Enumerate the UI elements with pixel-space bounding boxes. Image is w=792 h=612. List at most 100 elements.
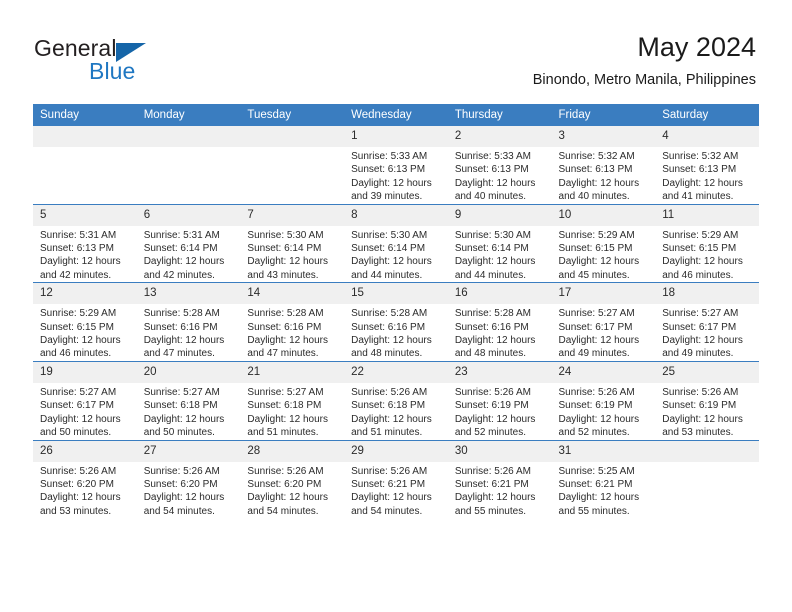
calendar-day-cell[interactable]: 6 Sunrise: 5:31 AM Sunset: 6:14 PM Daylight… xyxy=(136,203,241,283)
day-detail-line: Sunrise: 5:27 AM xyxy=(40,386,117,398)
calendar-week-row: 12 Sunrise: 5:29 AM Sunset: 6:15 PM Dayligh… xyxy=(33,282,759,362)
page-subtitle: Binondo, Metro Manila, Philippines xyxy=(532,72,756,88)
page-title: May 2024 xyxy=(637,32,756,62)
day-detail-line: Daylight: 12 hours xyxy=(247,335,329,347)
day-details: Sunrise: 5:26 AM Sunset: 6:20 PM Daylight:… xyxy=(240,462,344,519)
calendar-day-cell[interactable]: 8 Sunrise: 5:30 AM Sunset: 6:14 PM Daylight… xyxy=(344,203,448,283)
calendar-day-cell[interactable]: 5 Sunrise: 5:31 AM Sunset: 6:13 PM Daylight… xyxy=(33,203,137,283)
day-detail-line: Sunrise: 5:30 AM xyxy=(454,229,531,241)
day-details: Sunrise: 5:28 AM Sunset: 6:16 PM Daylight:… xyxy=(240,304,344,361)
calendar-day-cell[interactable]: 19 Sunrise: 5:27 AM Sunset: 6:17 PM Dayligh… xyxy=(33,360,137,440)
calendar-day-cell[interactable]: 11 Sunrise: 5:29 AM Sunset: 6:15 PM Dayligh… xyxy=(655,203,759,283)
calendar-day-cell[interactable]: 24 Sunrise: 5:26 AM Sunset: 6:19 PM Dayligh… xyxy=(551,360,656,440)
day-detail-line: Sunset: 6:17 PM xyxy=(40,400,114,412)
calendar-week-row: 26 Sunrise: 5:26 AM Sunset: 6:20 PM Dayligh… xyxy=(33,439,759,519)
day-details: Sunrise: 5:27 AM Sunset: 6:18 PM Daylight:… xyxy=(137,383,241,440)
day-details: Sunrise: 5:25 AM Sunset: 6:21 PM Daylight:… xyxy=(552,462,656,519)
day-detail-line: and 39 minutes. xyxy=(351,191,423,203)
calendar-day-cell[interactable]: 27 Sunrise: 5:26 AM Sunset: 6:20 PM Dayligh… xyxy=(136,439,241,519)
day-detail-line: Daylight: 12 hours xyxy=(143,413,225,425)
calendar-day-cell[interactable]: 31 Sunrise: 5:25 AM Sunset: 6:21 PM Dayligh… xyxy=(551,439,656,519)
calendar-header-row: Sunday Monday Tuesday Wednesday Thursday Frid… xyxy=(33,104,759,126)
calendar-body: 1 Sunrise: 5:33 AM Sunset: 6:13 PM Daylight… xyxy=(33,126,759,519)
day-details: Sunrise: 5:30 AM Sunset: 6:14 PM Daylight:… xyxy=(240,226,344,283)
day-detail-line: Daylight: 12 hours xyxy=(351,256,432,268)
day-detail-line: Sunset: 6:20 PM xyxy=(143,478,218,490)
day-detail-line: Sunrise: 5:26 AM xyxy=(143,465,220,477)
day-detail-line: and 44 minutes. xyxy=(351,269,423,281)
calendar-day-cell[interactable]: 7 Sunrise: 5:30 AM Sunset: 6:14 PM Daylight… xyxy=(240,203,345,283)
day-detail-line: Daylight: 12 hours xyxy=(558,335,640,347)
day-detail-line: Sunset: 6:17 PM xyxy=(662,321,737,333)
day-detail-line: and 51 minutes. xyxy=(247,427,319,439)
day-detail-line: Sunset: 6:21 PM xyxy=(454,478,529,490)
calendar-day-cell[interactable]: 13 Sunrise: 5:28 AM Sunset: 6:16 PM Dayligh… xyxy=(136,282,241,362)
calendar-day-cell[interactable]: 29 Sunrise: 5:26 AM Sunset: 6:21 PM Dayligh… xyxy=(344,439,448,519)
day-detail-line: Sunrise: 5:28 AM xyxy=(454,308,531,320)
day-details: Sunrise: 5:32 AM Sunset: 6:13 PM Daylight:… xyxy=(552,147,656,204)
day-detail-line: and 46 minutes. xyxy=(40,348,112,360)
calendar-day-cell[interactable]: 1 Sunrise: 5:33 AM Sunset: 6:13 PM Daylight… xyxy=(344,126,448,205)
weekday-header-sunday: Sunday xyxy=(33,104,137,126)
general-blue-logo[interactable]: General Blue xyxy=(34,36,294,92)
day-detail-line: Sunset: 6:21 PM xyxy=(558,478,633,490)
day-detail-line: Daylight: 12 hours xyxy=(662,413,743,425)
day-detail-line: Sunrise: 5:29 AM xyxy=(662,229,739,241)
day-detail-line: Daylight: 12 hours xyxy=(454,177,536,189)
calendar-day-cell[interactable]: 21 Sunrise: 5:27 AM Sunset: 6:18 PM Dayligh… xyxy=(240,360,345,440)
calendar-day-cell[interactable]: 28 Sunrise: 5:26 AM Sunset: 6:20 PM Dayligh… xyxy=(240,439,345,519)
day-details: Sunrise: 5:27 AM Sunset: 6:17 PM Daylight:… xyxy=(552,304,656,361)
day-detail-line: Daylight: 12 hours xyxy=(558,256,640,268)
day-detail-line: Sunset: 6:15 PM xyxy=(558,243,633,255)
calendar-day-cell[interactable]: 16 Sunrise: 5:28 AM Sunset: 6:16 PM Dayligh… xyxy=(447,282,552,362)
day-detail-line: Daylight: 12 hours xyxy=(143,492,225,504)
calendar-day-cell[interactable]: 30 Sunrise: 5:26 AM Sunset: 6:21 PM Dayligh… xyxy=(447,439,552,519)
calendar-day-cell[interactable]: 25 Sunrise: 5:26 AM Sunset: 6:19 PM Dayligh… xyxy=(655,360,759,440)
calendar-day-cell[interactable]: 9 Sunrise: 5:30 AM Sunset: 6:14 PM Daylight… xyxy=(447,203,552,283)
day-detail-line: Sunrise: 5:27 AM xyxy=(662,308,739,320)
calendar-day-cell[interactable]: 23 Sunrise: 5:26 AM Sunset: 6:19 PM Dayligh… xyxy=(447,360,552,440)
day-details: Sunrise: 5:26 AM Sunset: 6:19 PM Daylight:… xyxy=(655,383,759,440)
day-number: 12 xyxy=(33,283,137,305)
day-detail-line: Sunrise: 5:26 AM xyxy=(351,465,428,477)
day-detail-line: Sunset: 6:16 PM xyxy=(247,321,322,333)
day-detail-line: Sunrise: 5:27 AM xyxy=(558,308,635,320)
calendar-day-cell[interactable]: 20 Sunrise: 5:27 AM Sunset: 6:18 PM Dayligh… xyxy=(136,360,241,440)
calendar-day-cell[interactable]: 17 Sunrise: 5:27 AM Sunset: 6:17 PM Dayligh… xyxy=(551,282,656,362)
day-number: 22 xyxy=(344,361,448,383)
calendar-day-cell[interactable]: 26 Sunrise: 5:26 AM Sunset: 6:20 PM Dayligh… xyxy=(33,439,137,519)
calendar-day-cell[interactable]: 18 Sunrise: 5:27 AM Sunset: 6:17 PM Dayligh… xyxy=(655,282,759,362)
weekday-header-wednesday: Wednesday xyxy=(344,104,448,126)
day-details: Sunrise: 5:31 AM Sunset: 6:13 PM Daylight:… xyxy=(33,226,137,283)
calendar-day-cell[interactable]: 10 Sunrise: 5:29 AM Sunset: 6:15 PM Dayligh… xyxy=(551,203,656,283)
day-details: Sunrise: 5:26 AM Sunset: 6:21 PM Daylight:… xyxy=(448,462,552,519)
calendar-day-cell[interactable]: 14 Sunrise: 5:28 AM Sunset: 6:16 PM Dayligh… xyxy=(240,282,345,362)
title-block: May 2024 Binondo, Metro Manila, Philippi… xyxy=(533,30,756,90)
day-number xyxy=(655,440,759,462)
day-detail-line: Daylight: 12 hours xyxy=(247,256,329,268)
day-detail-line: and 42 minutes. xyxy=(40,269,112,281)
day-detail-line: Sunrise: 5:31 AM xyxy=(40,229,117,241)
calendar-day-cell-empty xyxy=(33,126,137,205)
day-number xyxy=(136,126,241,147)
day-number: 10 xyxy=(551,204,656,226)
calendar-day-cell[interactable]: 3 Sunrise: 5:32 AM Sunset: 6:13 PM Daylight… xyxy=(551,126,656,205)
day-detail-line: and 55 minutes. xyxy=(454,505,526,517)
day-number: 9 xyxy=(447,204,552,226)
day-details xyxy=(240,147,344,150)
calendar-day-cell[interactable]: 12 Sunrise: 5:29 AM Sunset: 6:15 PM Dayligh… xyxy=(33,282,137,362)
calendar-day-cell[interactable]: 15 Sunrise: 5:28 AM Sunset: 6:16 PM Dayligh… xyxy=(344,282,448,362)
day-details: Sunrise: 5:33 AM Sunset: 6:13 PM Daylight:… xyxy=(448,147,552,204)
day-detail-line: and 53 minutes. xyxy=(662,427,734,439)
day-detail-line: Sunset: 6:15 PM xyxy=(40,321,114,333)
day-number: 20 xyxy=(136,361,241,383)
weekday-header-saturday: Saturday xyxy=(655,104,759,126)
calendar-day-cell[interactable]: 2 Sunrise: 5:33 AM Sunset: 6:13 PM Daylight… xyxy=(447,126,552,205)
day-detail-line: Sunrise: 5:26 AM xyxy=(558,386,635,398)
day-details: Sunrise: 5:26 AM Sunset: 6:20 PM Daylight:… xyxy=(137,462,241,519)
day-number: 3 xyxy=(551,126,656,147)
day-detail-line: and 49 minutes. xyxy=(558,348,630,360)
calendar-day-cell[interactable]: 22 Sunrise: 5:26 AM Sunset: 6:18 PM Dayligh… xyxy=(344,360,448,440)
calendar-day-cell[interactable]: 4 Sunrise: 5:32 AM Sunset: 6:13 PM Daylight… xyxy=(655,126,759,205)
day-detail-line: Sunrise: 5:30 AM xyxy=(351,229,428,241)
